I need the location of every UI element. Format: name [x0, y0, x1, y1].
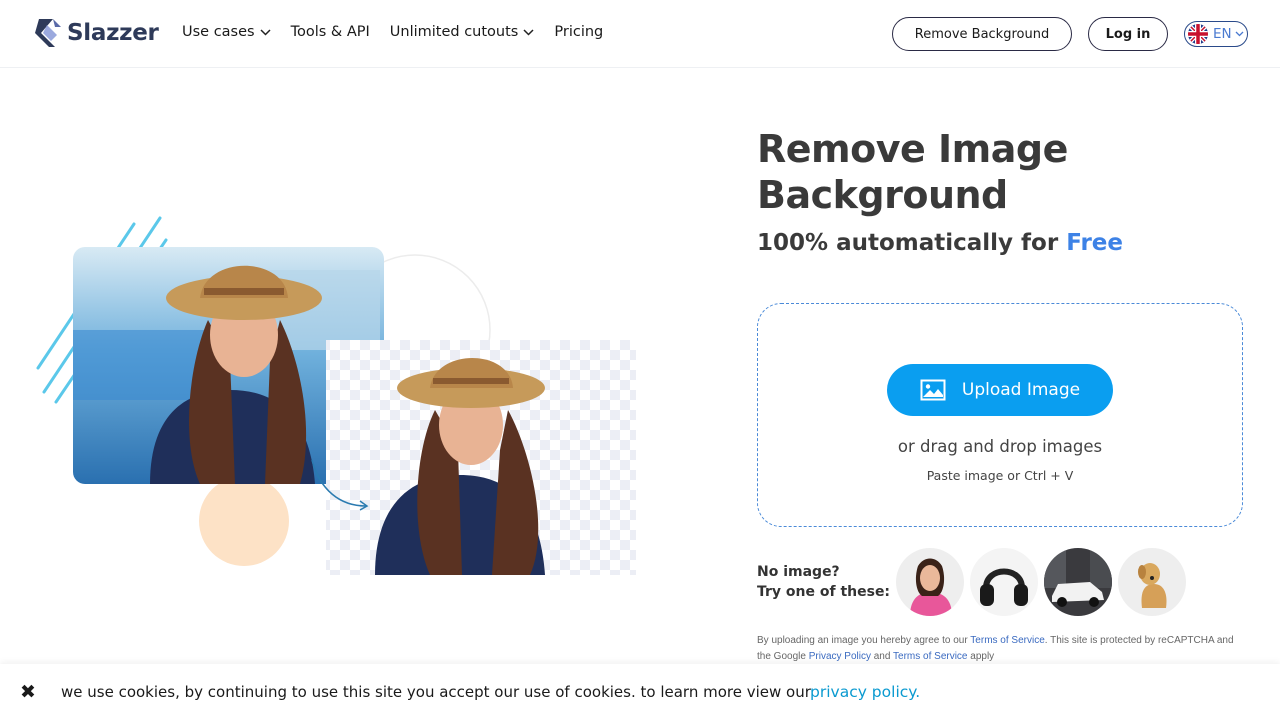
headphones-thumbnail	[970, 548, 1038, 616]
sample-prompt-line1: No image?	[757, 564, 840, 580]
sample-image-headphones[interactable]	[970, 548, 1038, 616]
close-icon[interactable]: ✖	[20, 681, 36, 703]
page-title: Remove Image Background	[757, 127, 1068, 217]
legal-text-4: apply	[967, 651, 995, 662]
car-thumbnail	[1044, 548, 1112, 616]
logo-text: Slazzer	[67, 20, 159, 46]
upload-image-label: Upload Image	[961, 380, 1081, 400]
nav-unlimited-cutouts-label: Unlimited cutouts	[389, 24, 519, 40]
cookie-banner: ✖ we use cookies, by continuing to use t…	[0, 664, 1280, 720]
remove-background-button[interactable]: Remove Background	[892, 17, 1072, 51]
legal-notice: By uploading an image you hereby agree t…	[757, 633, 1247, 665]
nav-pricing-label: Pricing	[554, 24, 604, 40]
terms-of-service-link[interactable]: Terms of Service	[970, 635, 1044, 646]
logo[interactable]: Slazzer	[33, 15, 159, 51]
language-selector[interactable]: EN	[1184, 21, 1248, 47]
cookie-message: we use cookies, by continuing to use thi…	[61, 683, 811, 701]
image-icon	[920, 379, 946, 401]
legal-text-1: By uploading an image you hereby agree t…	[757, 635, 971, 646]
sample-prompt-line2: Try one of these:	[757, 584, 891, 600]
cookie-privacy-link[interactable]: privacy policy.	[810, 683, 920, 701]
site-header: Slazzer Use cases Tools & API Unlimited …	[0, 0, 1280, 68]
main-nav: Use cases Tools & API Unlimited cutouts …	[182, 24, 623, 40]
login-button[interactable]: Log in	[1088, 17, 1168, 51]
chevron-down-icon	[1235, 31, 1244, 37]
legal-text-3: and	[870, 651, 894, 662]
hero-illustration	[36, 216, 636, 575]
nav-pricing[interactable]: Pricing	[554, 24, 603, 40]
nav-use-cases[interactable]: Use cases	[182, 24, 271, 40]
language-label: EN	[1213, 26, 1232, 42]
hero-subtitle: 100% automatically for Free	[757, 230, 1123, 256]
chevron-down-icon	[260, 28, 271, 36]
google-terms-link[interactable]: Terms of Service	[893, 651, 967, 662]
sample-image-dog[interactable]	[1118, 548, 1186, 616]
nav-unlimited-cutouts[interactable]: Unlimited cutouts	[390, 24, 535, 40]
nav-use-cases-label: Use cases	[182, 24, 255, 40]
sample-image-car[interactable]	[1044, 548, 1112, 616]
nav-tools-api-label: Tools & API	[290, 24, 370, 40]
woman-thumbnail	[896, 548, 964, 616]
upload-image-button[interactable]: Upload Image	[887, 364, 1113, 416]
hero-subtitle-free: Free	[1066, 230, 1123, 256]
nav-tools-api[interactable]: Tools & API	[291, 24, 370, 40]
drag-drop-text: or drag and drop images	[897, 437, 1103, 456]
peach-circle	[199, 476, 289, 566]
privacy-policy-link[interactable]: Privacy Policy	[809, 651, 871, 662]
slazzer-logo-icon	[35, 19, 61, 47]
sample-prompt: No image? Try one of these:	[757, 562, 890, 602]
dog-thumbnail	[1118, 548, 1186, 616]
uk-flag-icon	[1188, 24, 1208, 44]
chevron-down-icon	[523, 28, 534, 36]
sample-image-woman[interactable]	[896, 548, 964, 616]
hero-subtitle-text: 100% automatically for	[757, 230, 1067, 256]
paste-hint: Paste image or Ctrl + V	[926, 468, 1074, 483]
